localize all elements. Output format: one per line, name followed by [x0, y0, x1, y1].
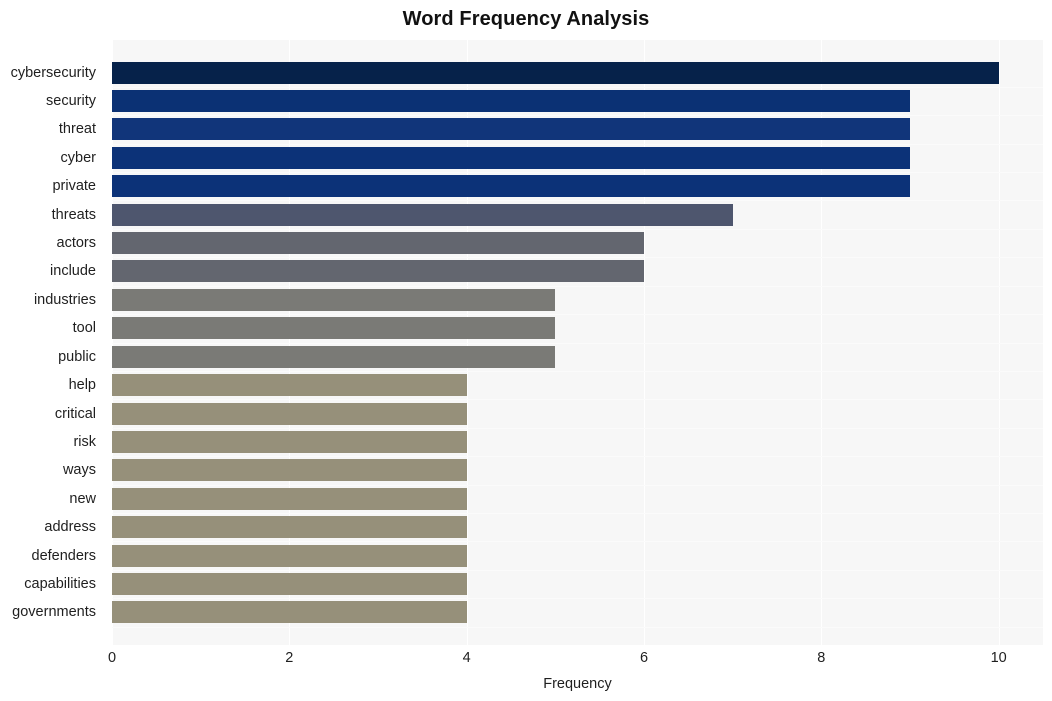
y-tick-label-tool: tool: [72, 320, 96, 336]
y-axis-tick-labels: cybersecurity security threat cyber private t…: [0, 40, 104, 645]
row-separator: [112, 627, 1043, 628]
bar-governments: [112, 601, 467, 623]
row-separator: [112, 200, 1043, 201]
x-tick-label-10: 10: [990, 650, 1007, 666]
row-separator: [112, 513, 1043, 514]
bar-industries: [112, 289, 556, 311]
bar-actors: [112, 232, 644, 254]
bar-cybersecurity: [112, 62, 999, 84]
row-separator: [112, 598, 1043, 599]
y-tick-label-capabilities: capabilities: [24, 576, 96, 592]
y-tick-label-include: include: [50, 263, 96, 279]
bar-threat: [112, 118, 910, 140]
row-separator: [112, 257, 1043, 258]
row-separator: [112, 371, 1043, 372]
bar-tool: [112, 317, 556, 339]
y-tick-label-industries: industries: [33, 292, 96, 308]
y-tick-label-critical: critical: [54, 406, 96, 422]
x-tick-label-2: 2: [285, 650, 294, 666]
bar-cyber: [112, 147, 910, 169]
row-separator: [112, 286, 1043, 287]
x-tick-label-4: 4: [462, 650, 471, 666]
row-separator: [112, 87, 1043, 88]
row-separator: [112, 314, 1043, 315]
bar-ways: [112, 459, 467, 481]
bar-new: [112, 488, 467, 510]
x-axis-tick-labels: 0 2 4 6 8 10: [108, 648, 1043, 670]
y-tick-label-risk: risk: [73, 434, 96, 450]
bar-capabilities: [112, 573, 467, 595]
x-axis-title: Frequency: [543, 676, 612, 692]
row-separator: [112, 399, 1043, 400]
bar-address: [112, 516, 467, 538]
bar-risk: [112, 431, 467, 453]
bar-defenders: [112, 545, 467, 567]
bar-public: [112, 346, 556, 368]
plot-area: [112, 40, 1043, 645]
bar-security: [112, 90, 910, 112]
y-tick-label-security: security: [46, 93, 96, 109]
x-tick-label-8: 8: [817, 650, 826, 666]
y-tick-label-private: private: [52, 178, 96, 194]
y-tick-label-defenders: defenders: [31, 548, 97, 564]
bar-critical: [112, 403, 467, 425]
y-tick-label-threat: threat: [58, 121, 96, 137]
word-frequency-chart: Word Frequency Analysis cybersecurity sec…: [0, 0, 1052, 701]
y-tick-label-governments: governments: [12, 604, 96, 620]
y-tick-label-threats: threats: [51, 207, 96, 223]
x-tick-label-6: 6: [639, 650, 649, 666]
row-separator: [112, 541, 1043, 542]
x-tick-label-0: 0: [107, 650, 117, 666]
row-separator: [112, 172, 1043, 173]
bar-threats: [112, 204, 733, 226]
row-separator: [112, 428, 1043, 429]
row-separator: [112, 456, 1043, 457]
y-tick-label-new: new: [69, 491, 96, 507]
y-tick-label-public: public: [58, 349, 96, 365]
row-separator: [112, 570, 1043, 571]
bar-private: [112, 175, 910, 197]
bar-help: [112, 374, 467, 396]
y-tick-label-ways: ways: [62, 462, 96, 478]
y-tick-label-actors: actors: [56, 235, 97, 251]
row-separator: [112, 229, 1043, 230]
row-separator: [112, 343, 1043, 344]
bar-include: [112, 260, 644, 282]
chart-title: Word Frequency Analysis: [402, 8, 650, 30]
y-tick-label-cybersecurity: cybersecurity: [10, 65, 96, 81]
row-separator: [112, 144, 1043, 145]
row-separator: [112, 485, 1043, 486]
y-tick-label-help: help: [68, 377, 96, 393]
y-tick-label-address: address: [44, 519, 96, 535]
row-separator: [112, 115, 1043, 116]
y-tick-label-cyber: cyber: [60, 150, 96, 166]
